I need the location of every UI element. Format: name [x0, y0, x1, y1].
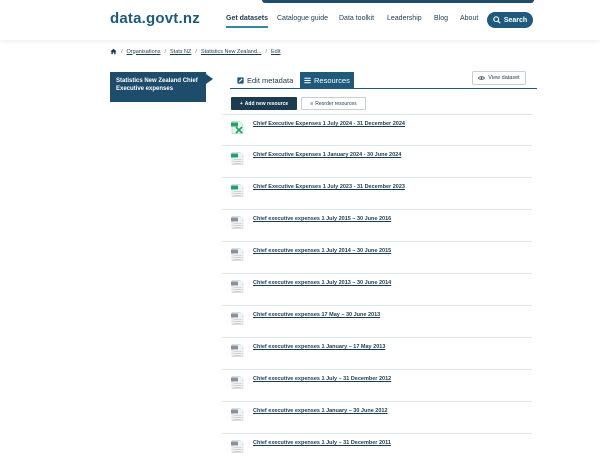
file-icon [231, 248, 244, 261]
resource-link[interactable]: Chief executive expenses 1 July – 31 Dec… [253, 376, 391, 382]
resource-row: Chief executive expenses 1 July 2013 – 3… [222, 274, 532, 306]
search-icon [493, 16, 501, 24]
resource-row: Chief executive expenses 1 July – 31 Dec… [222, 370, 532, 402]
breadcrumb: / Organisations / Stats NZ / Statistics … [110, 48, 280, 55]
resource-link[interactable]: Chief executive expenses 1 July – 31 Dec… [253, 440, 391, 446]
resource-row: Chief Executive Expenses 1 July 2023 - 3… [222, 178, 532, 210]
nav-blog[interactable]: Blog [434, 15, 448, 22]
resource-link[interactable]: Chief Executive Expenses 1 July 2023 - 3… [253, 184, 405, 190]
search-button[interactable]: Search [487, 12, 533, 28]
tab-resources[interactable]: Resources [300, 72, 354, 88]
breadcrumb-separator: / [195, 48, 197, 55]
nav-data-toolkit[interactable]: Data toolkit [339, 15, 374, 22]
reorder-resources-label: Reorder resources [315, 100, 357, 107]
file-icon [231, 216, 244, 229]
header-accent-line [262, 0, 534, 3]
nav-leadership[interactable]: Leadership [387, 15, 422, 22]
breadcrumb-edit[interactable]: Edit [271, 49, 280, 55]
resource-row: Chief Executive Expenses 1 January 2024 … [222, 146, 532, 178]
resource-link[interactable]: Chief executive expenses 1 January – 17 … [253, 344, 385, 350]
resource-link[interactable]: Chief executive expenses 1 January – 30 … [253, 408, 388, 414]
resource-row: Chief Executive Expenses 1 July 2024 - 3… [222, 114, 532, 146]
site-header: data.govt.nz Get datasets Catalogue guid… [0, 0, 600, 40]
tab-resources-label: Resources [314, 75, 350, 85]
tab-edit-metadata-label: Edit metadata [247, 75, 294, 85]
file-icon [231, 376, 244, 389]
breadcrumb-separator: / [164, 48, 166, 55]
file-icon [231, 312, 244, 325]
resource-link[interactable]: Chief executive expenses 1 July 2014 – 3… [253, 248, 391, 254]
resource-link[interactable]: Chief Executive Expenses 1 July 2024 - 3… [253, 121, 405, 127]
view-dataset-button[interactable]: View dataset [472, 71, 526, 85]
resource-row: Chief executive expenses 1 July – 31 Dec… [222, 434, 532, 460]
file-icon [231, 440, 244, 453]
list-icon [304, 77, 311, 83]
home-icon[interactable] [110, 48, 117, 55]
nav-get-datasets[interactable]: Get datasets [226, 15, 269, 28]
view-dataset-label: View dataset [488, 75, 520, 81]
resource-link[interactable]: Chief Executive Expenses 1 January 2024 … [253, 152, 401, 158]
plus-icon: + [239, 100, 243, 107]
resource-row: Chief executive expenses 1 January – 30 … [222, 402, 532, 434]
tab-divider [230, 88, 537, 89]
search-label: Search [503, 16, 528, 24]
resource-row: Chief executive expenses 1 July 2014 – 3… [222, 242, 532, 274]
reorder-icon: ≡ [310, 100, 314, 107]
sidebar-arrow-icon [206, 74, 213, 84]
site-logo[interactable]: data.govt.nz [110, 10, 200, 27]
tab-edit-metadata[interactable]: Edit metadata [233, 72, 297, 88]
resource-row: Chief executive expenses 1 January – 17 … [222, 338, 532, 370]
resource-list: Chief Executive Expenses 1 July 2024 - 3… [222, 114, 532, 460]
resource-row: Chief executive expenses 1 July 2015 – 3… [222, 210, 532, 242]
breadcrumb-separator: / [265, 48, 267, 55]
file-icon [231, 344, 244, 357]
file-icon [231, 152, 244, 165]
resource-link[interactable]: Chief executive expenses 1 July 2013 – 3… [253, 280, 391, 286]
breadcrumb-separator: / [121, 48, 123, 55]
file-icon [231, 408, 244, 421]
breadcrumb-organisations[interactable]: Organisations [127, 49, 161, 55]
reorder-resources-button[interactable]: ≡ Reorder resources [301, 97, 366, 110]
breadcrumb-stats-nz[interactable]: Stats NZ [170, 49, 191, 55]
file-icon [231, 121, 244, 134]
nav-about[interactable]: About [460, 15, 478, 22]
file-icon [231, 280, 244, 293]
add-resource-button[interactable]: + Add new resource [231, 97, 297, 110]
breadcrumb-dataset[interactable]: Statistics New Zealand... [201, 49, 262, 55]
resource-link[interactable]: Chief executive expenses 17 May – 30 Jun… [253, 312, 380, 318]
add-resource-label: Add new resource [244, 100, 289, 107]
edit-icon [237, 76, 244, 84]
resource-link[interactable]: Chief executive expenses 1 July 2015 – 3… [253, 216, 391, 222]
file-icon [231, 184, 244, 197]
eye-icon [478, 76, 486, 80]
resource-row: Chief executive expenses 17 May – 30 Jun… [222, 306, 532, 338]
dataset-sidebar-title[interactable]: Statistics New Zealand Chief Executive e… [110, 72, 206, 102]
nav-catalogue-guide[interactable]: Catalogue guide [277, 15, 328, 22]
